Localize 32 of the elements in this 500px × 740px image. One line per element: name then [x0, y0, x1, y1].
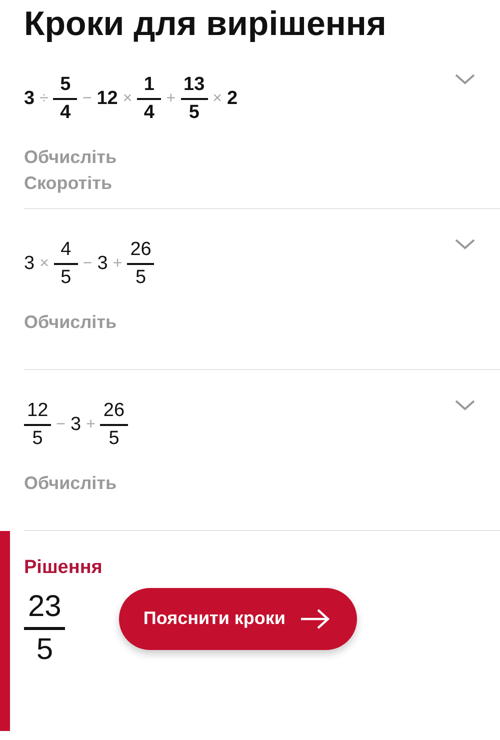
math-operator: −	[82, 90, 92, 108]
solution-fraction: 23 5	[24, 587, 66, 670]
math-operator: ×	[212, 90, 222, 108]
math-operator: +	[112, 255, 122, 273]
math-number: 12	[96, 88, 118, 110]
math-number: 3	[70, 414, 82, 436]
math-fraction: 4 5	[54, 237, 78, 291]
math-operator: −	[82, 255, 92, 273]
solution-label: Рішення	[24, 557, 104, 579]
step-action[interactable]: Обчисліть	[24, 470, 476, 496]
math-fraction: 26 5	[100, 398, 128, 452]
step-action[interactable]: Скоротіть	[24, 170, 476, 196]
math-fraction: 1 4	[137, 72, 162, 126]
math-fraction: 26 5	[127, 237, 154, 291]
math-number: 3	[97, 253, 108, 275]
math-operator: −	[56, 416, 66, 434]
arrow-right-icon	[299, 608, 332, 630]
step-action[interactable]: Обчисліть	[24, 144, 476, 170]
page-title: Кроки для вирішення	[23, 4, 388, 44]
step-action[interactable]: Обчисліть	[24, 309, 476, 335]
math-fraction: 12 5	[24, 398, 52, 452]
explain-steps-button[interactable]: Пояснити кроки	[119, 588, 358, 650]
math-operator: ×	[122, 90, 132, 108]
math-operator: ÷	[40, 90, 48, 108]
math-number: 2	[227, 88, 238, 110]
math-number: 3	[24, 253, 35, 275]
math-operator: +	[86, 416, 96, 434]
math-fraction: 13 5	[180, 72, 208, 126]
math-number: 3	[24, 88, 35, 110]
math-fraction: 5 4	[53, 72, 78, 126]
math-operator: +	[166, 90, 176, 108]
math-operator: ×	[40, 255, 49, 273]
